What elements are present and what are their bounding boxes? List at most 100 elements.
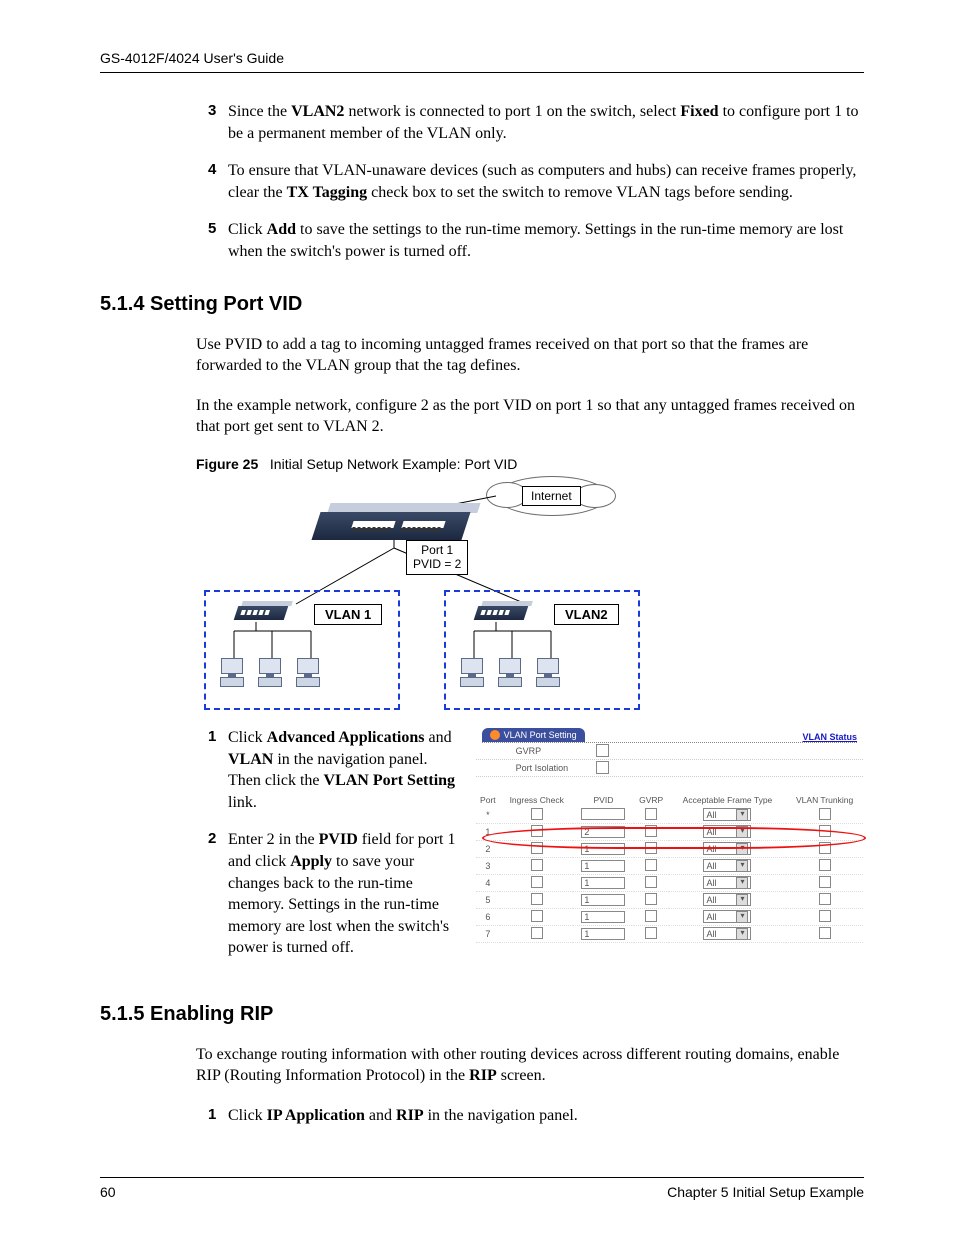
ingress-checkbox[interactable] (531, 825, 543, 837)
heading-5-1-5: 5.1.5 Enabling RIP (100, 1003, 864, 1026)
pvid-input[interactable]: 1 (581, 911, 625, 923)
trunking-checkbox[interactable] (819, 893, 831, 905)
hub-icon (234, 606, 289, 620)
aft-select[interactable]: All▾ (703, 842, 751, 855)
chevron-down-icon: ▾ (736, 877, 748, 889)
tab-dot-icon (490, 730, 500, 740)
cell-port: 4 (476, 874, 501, 891)
steps-continued: 3 Since the VLAN2 network is connected t… (100, 101, 864, 263)
gvrp-checkbox[interactable] (645, 893, 657, 905)
pvid-input[interactable] (581, 808, 625, 820)
trunking-checkbox[interactable] (819, 842, 831, 854)
panel-tab[interactable]: VLAN Port Setting (482, 728, 585, 742)
table-row: 31All▾ (476, 857, 863, 874)
chevron-down-icon: ▾ (736, 894, 748, 906)
chevron-down-icon: ▾ (736, 860, 748, 872)
vlan2-label: VLAN2 (554, 604, 619, 625)
step-text: Click Advanced Applications and VLAN in … (228, 729, 455, 811)
pc-icon (220, 658, 244, 686)
heading-5-1-4: 5.1.4 Setting Port VID (100, 293, 864, 316)
ingress-checkbox[interactable] (531, 842, 543, 854)
cell-port: 7 (476, 925, 501, 942)
gvrp-row: GVRP (476, 743, 863, 760)
pvid-input[interactable]: 1 (581, 860, 625, 872)
gvrp-checkbox[interactable] (645, 876, 657, 888)
gvrp-checkbox[interactable] (645, 910, 657, 922)
step-2: 2 Enter 2 in the PVID field for port 1 a… (210, 829, 457, 959)
step-text: Click Add to save the settings to the ru… (228, 221, 843, 260)
aft-select[interactable]: All▾ (703, 910, 751, 923)
para-pvid-intro: Use PVID to add a tag to incoming untagg… (196, 334, 864, 377)
aft-select[interactable]: All▾ (703, 808, 751, 821)
chevron-down-icon: ▾ (736, 843, 748, 855)
table-row: 7 1 All▾ (476, 925, 863, 942)
step-1: 1 Click Advanced Applications and VLAN i… (210, 727, 457, 813)
doc-footer: 60 Chapter 5 Initial Setup Example (100, 1184, 864, 1200)
col-ingress: Ingress Check (500, 793, 573, 807)
pc-icon (460, 658, 484, 686)
ingress-checkbox[interactable] (531, 876, 543, 888)
aft-select[interactable]: All▾ (703, 927, 751, 940)
ingress-checkbox[interactable] (531, 859, 543, 871)
step-number: 5 (208, 219, 216, 239)
gvrp-checkbox[interactable] (645, 859, 657, 871)
step-number: 1 (208, 727, 216, 747)
table-row: 4 1 All▾ (476, 874, 863, 891)
col-port: Port (476, 793, 501, 807)
pvid-input[interactable]: 1 (581, 877, 625, 889)
step-number: 4 (208, 160, 216, 180)
gvrp-checkbox[interactable] (645, 808, 657, 820)
trunking-checkbox[interactable] (819, 825, 831, 837)
port-isolation-label: Port Isolation (516, 763, 596, 773)
pvid-input[interactable]: 1 (581, 894, 625, 906)
chevron-down-icon: ▾ (736, 911, 748, 923)
aft-select[interactable]: All▾ (703, 825, 751, 838)
steps-and-screenshot: 1 Click Advanced Applications and VLAN i… (210, 727, 864, 975)
ingress-checkbox[interactable] (531, 910, 543, 922)
gvrp-checkbox[interactable] (645, 927, 657, 939)
step-5: 5 Click Add to save the settings to the … (210, 219, 864, 262)
ingress-checkbox[interactable] (531, 893, 543, 905)
table-row: 5 1 All▾ (476, 891, 863, 908)
vlan-port-setting-screenshot: VLAN Port Setting VLAN Status GVRP Port … (475, 727, 864, 975)
trunking-checkbox[interactable] (819, 859, 831, 871)
gvrp-checkbox[interactable] (596, 744, 609, 757)
hub-icon (474, 606, 529, 620)
cell-port: * (476, 807, 501, 824)
table-row: * All▾ (476, 807, 863, 824)
step-text: Click IP Application and RIP in the navi… (228, 1107, 578, 1124)
chevron-down-icon: ▾ (736, 928, 748, 940)
step-4: 4 To ensure that VLAN-unaware devices (s… (210, 160, 864, 203)
trunking-checkbox[interactable] (819, 808, 831, 820)
ingress-checkbox[interactable] (531, 927, 543, 939)
step-3: 3 Since the VLAN2 network is connected t… (210, 101, 864, 144)
pc-icon (258, 658, 282, 686)
ingress-checkbox[interactable] (531, 808, 543, 820)
gvrp-checkbox[interactable] (645, 842, 657, 854)
aft-select[interactable]: All▾ (703, 893, 751, 906)
col-trunking: VLAN Trunking (786, 793, 863, 807)
pvid-input[interactable]: 2 (581, 826, 625, 838)
vlan-status-link[interactable]: VLAN Status (802, 732, 857, 742)
cell-port: 2 (476, 840, 501, 857)
pc-icon (536, 658, 560, 686)
figure-25-caption: Figure 25 Initial Setup Network Example:… (196, 456, 864, 472)
pvid-input[interactable]: 1 (581, 928, 625, 940)
step-number: 3 (208, 101, 216, 121)
aft-select[interactable]: All▾ (703, 876, 751, 889)
para-pvid-example: In the example network, configure 2 as t… (196, 395, 864, 438)
trunking-checkbox[interactable] (819, 910, 831, 922)
cell-port: 1 (476, 823, 501, 840)
pvid-input[interactable]: 1 (581, 843, 625, 855)
doc-header: GS-4012F/4024 User's Guide (100, 50, 864, 66)
trunking-checkbox[interactable] (819, 927, 831, 939)
gvrp-checkbox[interactable] (645, 825, 657, 837)
figure-25-diagram: Internet Port 1 PVID = 2 VLAN 1 VLAN2 (196, 476, 656, 711)
col-gvrp: GVRP (634, 793, 669, 807)
cell-port: 5 (476, 891, 501, 908)
cell-port: 6 (476, 908, 501, 925)
port-isolation-checkbox[interactable] (596, 761, 609, 774)
pc-icon (498, 658, 522, 686)
aft-select[interactable]: All▾ (703, 859, 751, 872)
trunking-checkbox[interactable] (819, 876, 831, 888)
